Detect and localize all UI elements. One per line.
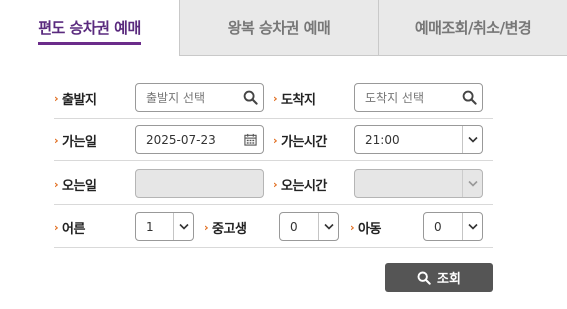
departure-label: › 출발지 — [54, 77, 97, 119]
tab-reservation-lookup-label: 예매조회/취소/변경 — [414, 19, 532, 37]
go-time-select[interactable]: 21:00 — [354, 125, 483, 154]
departure-label-text: 출발지 — [62, 92, 97, 108]
return-row: › 오는일 › 오는시간 — [54, 163, 493, 205]
tab-reservation-lookup[interactable]: 예매조회/취소/변경 — [378, 0, 567, 56]
youth-count-value: 0 — [290, 219, 298, 234]
chevron-down-icon[interactable] — [462, 170, 482, 197]
arrow-icon: › — [273, 177, 278, 191]
go-row: › 가는일 2025-07-23 › 가는시간 21:00 — [54, 119, 493, 161]
go-date-input[interactable]: 2025-07-23 — [135, 125, 264, 154]
go-time-label-text: 가는시간 — [281, 134, 327, 150]
child-label-text: 아동 — [358, 221, 381, 237]
chevron-down-icon[interactable] — [173, 213, 193, 240]
youth-count-select[interactable]: 0 — [279, 212, 339, 241]
return-date-label: › 오는일 — [54, 163, 97, 205]
child-count-select[interactable]: 0 — [423, 212, 483, 241]
tab-round-trip[interactable]: 왕복 승차권 예매 — [179, 0, 378, 56]
passenger-row: › 어른 1 › 중고생 0 › 아동 0 — [54, 206, 493, 248]
go-time-value: 21:00 — [365, 132, 400, 147]
tab-bar: 편도 승차권 예매 왕복 승차권 예매 예매조회/취소/변경 — [0, 0, 567, 56]
return-time-select[interactable] — [354, 169, 483, 198]
arrival-label: › 도착지 — [273, 77, 316, 119]
child-label: › 아동 — [350, 206, 381, 248]
return-time-label: › 오는시간 — [273, 163, 327, 205]
arrow-icon: › — [54, 133, 59, 147]
tab-one-way-label: 편도 승차권 예매 — [38, 17, 141, 45]
adult-label-text: 어른 — [62, 221, 85, 237]
arrow-icon: › — [54, 220, 59, 234]
search-icon[interactable] — [237, 84, 263, 111]
arrow-icon: › — [273, 91, 278, 105]
route-row: › 출발지 출발지 선택 › 도착지 도착지 선택 — [54, 77, 493, 119]
search-icon[interactable] — [456, 84, 482, 111]
arrow-icon: › — [54, 177, 59, 191]
return-date-label-text: 오는일 — [62, 178, 97, 194]
search-button-label: 조회 — [437, 272, 461, 287]
arrow-icon: › — [273, 133, 278, 147]
chevron-down-icon[interactable] — [462, 126, 482, 153]
arrow-icon: › — [204, 220, 209, 234]
departure-placeholder: 출발지 선택 — [146, 91, 206, 105]
calendar-icon[interactable] — [237, 126, 263, 153]
departure-field[interactable]: 출발지 선택 — [135, 83, 264, 112]
return-date-input[interactable] — [135, 169, 264, 198]
arrow-icon: › — [54, 91, 59, 105]
search-icon — [417, 271, 431, 285]
chevron-down-icon[interactable] — [318, 213, 338, 240]
go-date-label: › 가는일 — [54, 119, 97, 161]
arrival-label-text: 도착지 — [281, 92, 316, 108]
youth-label-text: 중고생 — [212, 221, 247, 237]
go-date-value: 2025-07-23 — [146, 132, 216, 147]
adult-label: › 어른 — [54, 206, 85, 248]
tab-round-trip-label: 왕복 승차권 예매 — [227, 19, 331, 37]
search-button[interactable]: 조회 — [385, 263, 493, 292]
adult-count-select[interactable]: 1 — [135, 212, 194, 241]
return-time-label-text: 오는시간 — [281, 178, 327, 194]
arrival-placeholder: 도착지 선택 — [365, 91, 425, 105]
adult-count-value: 1 — [146, 219, 154, 234]
go-time-label: › 가는시간 — [273, 119, 327, 161]
tab-one-way[interactable]: 편도 승차권 예매 — [0, 0, 179, 56]
child-count-value: 0 — [434, 219, 442, 234]
arrow-icon: › — [350, 220, 355, 234]
arrival-field[interactable]: 도착지 선택 — [354, 83, 483, 112]
go-date-label-text: 가는일 — [62, 134, 97, 150]
chevron-down-icon[interactable] — [462, 213, 482, 240]
youth-label: › 중고생 — [204, 206, 247, 248]
